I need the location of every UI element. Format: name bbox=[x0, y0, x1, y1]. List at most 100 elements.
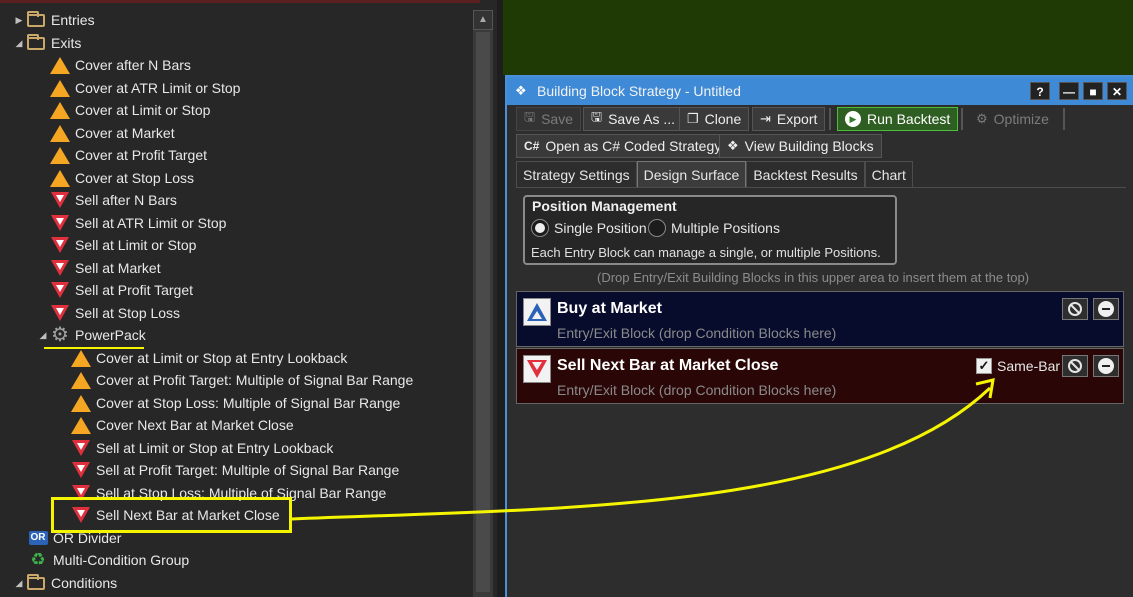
maximize-button[interactable]: ■ bbox=[1083, 82, 1103, 100]
warning-triangle-icon bbox=[50, 101, 70, 119]
export-icon: ⇥ bbox=[760, 111, 771, 126]
tree-item-exits[interactable]: ◢ Exits bbox=[12, 32, 81, 54]
disable-block-button[interactable] bbox=[1062, 298, 1088, 320]
buy-triangle-icon bbox=[523, 298, 551, 326]
tree-item-block[interactable]: Sell at Profit Target bbox=[50, 279, 193, 301]
tree-item-block[interactable]: Sell after N Bars bbox=[50, 189, 177, 211]
ban-icon bbox=[1068, 302, 1082, 316]
warning-triangle-icon bbox=[50, 79, 70, 97]
tab-strategy-settings[interactable]: Strategy Settings bbox=[516, 161, 637, 187]
window-title: Building Block Strategy - Untitled bbox=[537, 83, 741, 99]
clone-button[interactable]: ❐ Clone bbox=[679, 107, 750, 131]
tree-item-label: Sell at ATR Limit or Stop bbox=[75, 215, 227, 231]
tree-item-block[interactable]: Sell at Limit or Stop at Entry Lookback bbox=[71, 437, 333, 459]
folder-icon bbox=[26, 10, 46, 29]
remove-block-button[interactable] bbox=[1093, 298, 1119, 320]
save-button[interactable]: 🖫 Save bbox=[516, 107, 581, 131]
close-button[interactable]: ✕ bbox=[1107, 82, 1127, 100]
tree-item-powerpack[interactable]: ◢ ⚙ PowerPack bbox=[36, 324, 146, 346]
remove-block-button[interactable] bbox=[1093, 355, 1119, 377]
run-backtest-button[interactable]: ▶ Run Backtest bbox=[837, 107, 959, 131]
tree-item-label: Exits bbox=[51, 35, 82, 51]
save-icon: 🖫 bbox=[591, 109, 603, 124]
tab-chart[interactable]: Chart bbox=[864, 161, 913, 187]
tree-item-block[interactable]: Sell at ATR Limit or Stop bbox=[50, 212, 226, 234]
tree-item-conditions[interactable]: ◢ Conditions bbox=[12, 572, 117, 594]
ban-icon bbox=[1068, 359, 1082, 373]
collapse-arrow-icon[interactable]: ◢ bbox=[12, 38, 26, 49]
tree-item-block[interactable]: Cover at Limit or Stop at Entry Lookback bbox=[71, 347, 347, 369]
tree-item-block[interactable]: Cover at Profit Target: Multiple of Sign… bbox=[71, 369, 413, 391]
scroll-thumb[interactable] bbox=[476, 32, 490, 592]
csharp-icon: C# bbox=[524, 139, 540, 153]
collapse-arrow-icon[interactable]: ◢ bbox=[12, 578, 26, 589]
multiple-positions-radio[interactable]: Multiple Positions bbox=[648, 219, 780, 237]
collapse-arrow-icon[interactable]: ◢ bbox=[36, 330, 50, 341]
clone-icon: ❐ bbox=[687, 111, 699, 126]
position-management-title: Position Management bbox=[532, 198, 677, 214]
tree-item-block[interactable]: Sell at Limit or Stop bbox=[50, 234, 196, 256]
tree-item-label: Cover at Profit Target: Multiple of Sign… bbox=[96, 372, 414, 388]
panel-splitter[interactable] bbox=[497, 0, 503, 597]
minimize-button[interactable]: — bbox=[1059, 82, 1079, 100]
tree-item-multi-condition[interactable]: ♻ Multi-Condition Group bbox=[28, 549, 189, 571]
tree-scrollbar[interactable]: ▲ bbox=[473, 10, 493, 597]
tree-item-entries[interactable]: ▶ Entries bbox=[12, 9, 95, 31]
optimize-button[interactable]: ⚙ Optimize bbox=[968, 107, 1057, 131]
warning-triangle-icon bbox=[50, 169, 70, 187]
tree-item-block[interactable]: Cover at Market bbox=[50, 122, 175, 144]
single-position-radio[interactable]: Single Position bbox=[531, 219, 647, 237]
annotation-underline bbox=[44, 347, 144, 349]
tree-item-label: Cover after N Bars bbox=[75, 57, 191, 73]
save-as-button[interactable]: 🖫 Save As ... bbox=[583, 107, 684, 131]
scroll-up-icon[interactable]: ▲ bbox=[473, 10, 493, 30]
tree-item-block[interactable]: Sell at Market bbox=[50, 257, 161, 279]
exit-block-sell-next-bar[interactable]: Sell Next Bar at Market Close Entry/Exit… bbox=[516, 348, 1124, 404]
tree-item-label: Cover at Stop Loss: Multiple of Signal B… bbox=[96, 395, 401, 411]
disable-block-button[interactable] bbox=[1062, 355, 1088, 377]
building-blocks-icon: ❖ bbox=[727, 138, 739, 153]
tree-item-block[interactable]: Cover at ATR Limit or Stop bbox=[50, 77, 240, 99]
tree-item-label: Sell at Market bbox=[75, 260, 161, 276]
tree-item-block[interactable]: Cover Next Bar at Market Close bbox=[71, 414, 294, 436]
tab-design-surface[interactable]: Design Surface bbox=[636, 161, 747, 187]
same-bar-checkbox[interactable]: ✓ Same-Bar bbox=[976, 358, 1060, 374]
tree-item-label: Multi-Condition Group bbox=[53, 552, 190, 568]
tree-item-label: Cover at Stop Loss bbox=[75, 170, 195, 186]
expand-arrow-icon[interactable]: ▶ bbox=[12, 15, 26, 26]
tree-item-block[interactable]: Sell at Profit Target: Multiple of Signa… bbox=[71, 459, 399, 481]
building-blocks-icon: ❖ bbox=[515, 83, 527, 98]
sell-triangle-icon bbox=[50, 281, 70, 299]
view-building-blocks-button[interactable]: ❖ View Building Blocks bbox=[719, 134, 882, 158]
entry-block-buy-at-market[interactable]: Buy at Market Entry/Exit Block (drop Con… bbox=[516, 291, 1124, 347]
tree-top-border bbox=[0, 0, 480, 3]
sell-triangle-icon bbox=[50, 259, 70, 277]
tree-item-label: Sell at Stop Loss bbox=[75, 305, 181, 321]
open-csharp-button[interactable]: C# Open as C# Coded Strategy bbox=[516, 134, 730, 158]
tree-item-label: Cover Next Bar at Market Close bbox=[96, 417, 294, 433]
tree-item-label: Sell at Profit Target bbox=[75, 282, 194, 298]
or-icon: OR bbox=[28, 531, 48, 545]
sell-triangle-icon bbox=[71, 461, 91, 479]
tree-item-label: Cover at ATR Limit or Stop bbox=[75, 80, 241, 96]
help-button[interactable]: ? bbox=[1030, 82, 1050, 100]
tree-item-block[interactable]: Cover at Stop Loss bbox=[50, 167, 194, 189]
recycle-icon: ♻ bbox=[30, 550, 46, 569]
sell-triangle-icon bbox=[50, 304, 70, 322]
window-title-bar[interactable]: ❖ Building Block Strategy - Untitled ? —… bbox=[507, 77, 1133, 105]
play-icon: ▶ bbox=[845, 111, 861, 127]
tab-strip: Strategy Settings Design Surface Backtes… bbox=[516, 161, 913, 187]
tree-item-block[interactable]: Cover at Limit or Stop bbox=[50, 99, 210, 121]
tree-item-block[interactable]: Cover at Stop Loss: Multiple of Signal B… bbox=[71, 392, 400, 414]
sell-triangle-icon bbox=[50, 236, 70, 254]
tree-item-block[interactable]: Sell at Stop Loss bbox=[50, 302, 180, 324]
minus-icon bbox=[1098, 301, 1114, 317]
annotation-highlight-box bbox=[51, 497, 292, 533]
tree-item-block[interactable]: Cover after N Bars bbox=[50, 54, 191, 76]
warning-triangle-icon bbox=[71, 394, 91, 412]
tab-backtest-results[interactable]: Backtest Results bbox=[746, 161, 865, 187]
tree-item-block[interactable]: Cover at Profit Target bbox=[50, 144, 207, 166]
toolbar-separator bbox=[829, 108, 831, 130]
tree-item-label: Entries bbox=[51, 12, 95, 28]
export-button[interactable]: ⇥ Export bbox=[752, 107, 826, 131]
